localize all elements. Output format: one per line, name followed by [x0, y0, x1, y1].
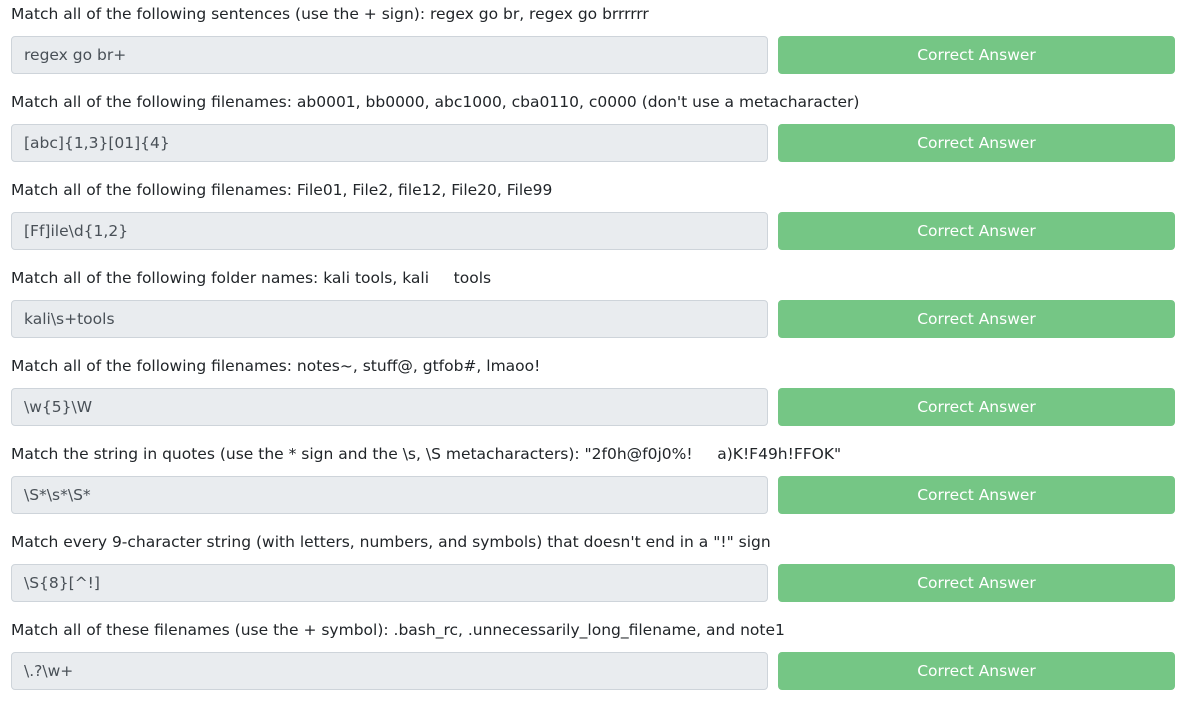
question-prompt: Match the string in quotes (use the * si…: [11, 445, 842, 463]
correct-answer-button[interactable]: Correct Answer: [778, 564, 1175, 602]
correct-answer-button[interactable]: Correct Answer: [778, 476, 1175, 514]
answer-field[interactable]: [11, 212, 768, 250]
question-prompt: Match all of these filenames (use the + …: [11, 621, 785, 639]
question-5: Match all of the following filenames: no…: [0, 352, 1185, 440]
question-prompt: Match all of the following filenames: ab…: [11, 93, 860, 111]
question-8: Match all of these filenames (use the + …: [0, 616, 1185, 704]
question-prompt: Match all of the following sentences (us…: [11, 5, 649, 23]
correct-answer-button[interactable]: Correct Answer: [778, 300, 1175, 338]
question-prompt: Match all of the following filenames: no…: [11, 357, 541, 375]
answer-field[interactable]: [11, 652, 768, 690]
answer-field[interactable]: [11, 564, 768, 602]
answer-field[interactable]: [11, 388, 768, 426]
answer-field[interactable]: [11, 300, 768, 338]
question-3: Match all of the following filenames: Fi…: [0, 176, 1185, 264]
question-7: Match every 9-character string (with let…: [0, 528, 1185, 616]
answer-field[interactable]: [11, 476, 768, 514]
correct-answer-button[interactable]: Correct Answer: [778, 36, 1175, 74]
question-6: Match the string in quotes (use the * si…: [0, 440, 1185, 528]
answer-field[interactable]: [11, 36, 768, 74]
correct-answer-button[interactable]: Correct Answer: [778, 124, 1175, 162]
question-prompt: Match all of the following filenames: Fi…: [11, 181, 553, 199]
question-1: Match all of the following sentences (us…: [0, 0, 1185, 88]
question-prompt: Match all of the following folder names:…: [11, 269, 492, 287]
question-prompt: Match every 9-character string (with let…: [11, 533, 771, 551]
question-2: Match all of the following filenames: ab…: [0, 88, 1185, 176]
correct-answer-button[interactable]: Correct Answer: [778, 652, 1175, 690]
correct-answer-button[interactable]: Correct Answer: [778, 212, 1175, 250]
answer-field[interactable]: [11, 124, 768, 162]
question-4: Match all of the following folder names:…: [0, 264, 1185, 352]
correct-answer-button[interactable]: Correct Answer: [778, 388, 1175, 426]
